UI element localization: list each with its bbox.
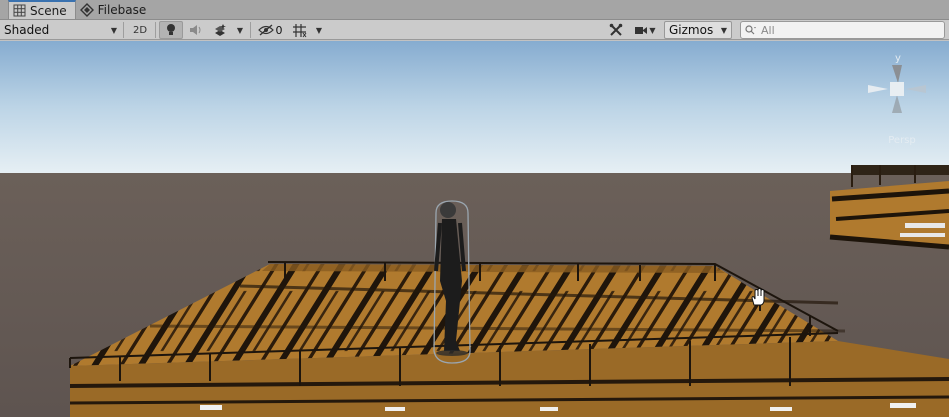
scene-visibility-toggle[interactable]: 0 — [255, 21, 285, 39]
chevron-down-icon: ▼ — [236, 25, 244, 35]
filebase-icon — [79, 2, 94, 17]
shading-mode-value: Shaded — [4, 23, 50, 37]
tab-filebase-label: Filebase — [97, 2, 147, 17]
drag-handle-icon[interactable]: ⋮⋮ — [0, 0, 13, 19]
scene-viewport[interactable]: y Persp — [0, 41, 949, 417]
chevron-down-icon: ▼ — [720, 25, 727, 35]
tab-bar: ⋮⋮ Scene Filebase — [0, 0, 949, 20]
hand-cursor-icon — [751, 287, 765, 306]
scene-search-field[interactable] — [740, 21, 945, 39]
lightbulb-icon — [167, 24, 175, 35]
effects-dropdown[interactable]: ▼ — [233, 21, 247, 39]
projection-label[interactable]: Persp — [862, 135, 942, 146]
effects-toggle[interactable] — [209, 21, 231, 39]
search-input[interactable] — [761, 23, 931, 37]
tab-scene[interactable]: Scene — [8, 0, 76, 19]
camera-settings-dropdown[interactable]: ▼ — [630, 21, 660, 39]
tools-button[interactable] — [604, 21, 628, 39]
gizmos-label: Gizmos — [669, 23, 714, 37]
scene-render — [0, 41, 949, 417]
chevron-down-icon: ▼ — [110, 25, 117, 35]
eye-hidden-icon — [257, 24, 274, 36]
tab-filebase[interactable]: Filebase — [76, 0, 155, 19]
speaker-icon — [190, 25, 201, 35]
audio-toggle[interactable] — [185, 21, 207, 39]
sky — [0, 41, 949, 173]
gizmos-dropdown[interactable]: Gizmos ▼ — [664, 21, 732, 39]
grid-snap-icon — [292, 23, 306, 37]
scene-toolbar: Shaded ▼ 2D ▼ 0 ▼ ▼ Gizmos ▼ All — [0, 20, 949, 40]
tools-icon — [609, 23, 623, 36]
chevron-down-icon: ▼ — [649, 25, 656, 35]
tab-scene-label: Scene — [30, 3, 67, 18]
hidden-object-count: 0 — [275, 23, 283, 37]
grid-toggle[interactable] — [288, 21, 310, 39]
grid-icon — [13, 4, 26, 17]
effects-icon — [215, 24, 226, 36]
chevron-down-icon: ▼ — [315, 25, 323, 35]
separator — [155, 22, 156, 38]
toggle-2d-button[interactable]: 2D — [128, 21, 152, 39]
separator — [250, 22, 251, 38]
camera-icon — [635, 26, 648, 34]
lighting-toggle[interactable] — [159, 21, 183, 39]
grid-dropdown[interactable]: ▼ — [312, 21, 326, 39]
shading-mode-dropdown[interactable]: Shaded ▼ — [2, 21, 120, 39]
y-axis-label: y — [895, 53, 901, 64]
search-icon — [745, 25, 756, 35]
separator — [123, 22, 124, 38]
